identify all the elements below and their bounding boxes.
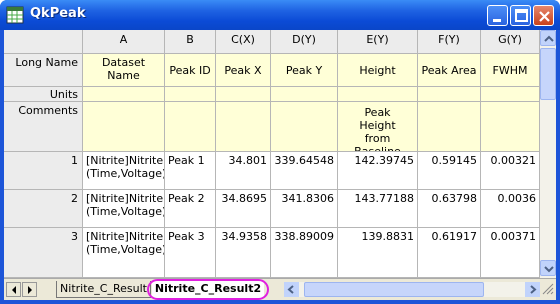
arrow-right-icon[interactable]	[525, 282, 540, 297]
maximize-button[interactable]	[510, 5, 531, 26]
units-b[interactable]	[165, 87, 216, 102]
cell-b1[interactable]: Peak 1	[165, 152, 216, 190]
units-g[interactable]	[481, 87, 540, 102]
resize-grip-icon[interactable]	[542, 283, 554, 295]
cell-f1[interactable]: 0.59145	[418, 152, 481, 190]
next-sheet-button[interactable]	[22, 282, 37, 297]
col-header-c[interactable]: C(X)	[216, 30, 271, 54]
minimize-icon	[493, 19, 501, 22]
horizontal-scrollbar[interactable]	[284, 282, 540, 297]
scroll-up-button[interactable]	[540, 30, 556, 46]
units-e[interactable]	[338, 87, 418, 102]
row-label-units[interactable]: Units	[4, 87, 83, 102]
units-c[interactable]	[216, 87, 271, 102]
comments-f[interactable]	[418, 102, 481, 152]
cell-g2[interactable]: 0.0036	[481, 190, 540, 228]
worksheet-icon	[6, 6, 24, 24]
arrow-down-icon	[544, 266, 554, 273]
vertical-scroll-thumb[interactable]	[540, 48, 556, 100]
prev-sheet-button[interactable]	[6, 282, 21, 297]
comments-g[interactable]	[481, 102, 540, 152]
worksheet-grid: A B C(X) D(Y) E(Y) F(Y) G(Y) Long Name D…	[4, 30, 540, 278]
arrow-right-icon	[28, 286, 32, 294]
cell-a3[interactable]: [Nitrite]Nitrite!(Time,Voltage)	[83, 228, 165, 278]
long-name-d[interactable]: Peak Y	[271, 54, 338, 87]
arrow-left-icon[interactable]	[284, 282, 299, 297]
comments-d[interactable]	[271, 102, 338, 152]
arrow-left-icon	[12, 286, 16, 294]
cell-c3[interactable]: 34.9358	[216, 228, 271, 278]
corner-cell[interactable]	[4, 30, 83, 54]
cell-b3[interactable]: Peak 3	[165, 228, 216, 278]
maximize-icon	[515, 9, 528, 22]
cell-e2[interactable]: 143.77188	[338, 190, 418, 228]
col-header-d[interactable]: D(Y)	[271, 30, 338, 54]
close-icon	[539, 11, 550, 22]
cell-e1[interactable]: 142.39745	[338, 152, 418, 190]
arrow-up-icon	[544, 35, 554, 42]
close-button[interactable]	[533, 5, 554, 26]
col-header-b[interactable]: B	[165, 30, 216, 54]
cell-g3[interactable]: 0.00371	[481, 228, 540, 278]
workbook-window: QkPeak A B C(X) D(Y) E(Y) F(Y) G(Y) Long…	[0, 0, 560, 304]
cell-e3[interactable]: 139.8831	[338, 228, 418, 278]
cell-f2[interactable]: 0.63798	[418, 190, 481, 228]
units-a[interactable]	[83, 87, 165, 102]
row-header-2[interactable]: 2	[4, 190, 83, 228]
row-header-3[interactable]: 3	[4, 228, 83, 278]
cell-d3[interactable]: 338.89009	[271, 228, 338, 278]
minimize-button[interactable]	[487, 5, 508, 26]
col-header-f[interactable]: F(Y)	[418, 30, 481, 54]
vertical-scrollbar[interactable]	[540, 30, 556, 278]
units-d[interactable]	[271, 87, 338, 102]
cell-g1[interactable]: 0.00321	[481, 152, 540, 190]
comments-e[interactable]: Peak Height from Baseline	[338, 102, 418, 152]
units-f[interactable]	[418, 87, 481, 102]
sheet-tab-nitrite-c-result[interactable]: Nitrite_C_Result	[56, 281, 151, 298]
cell-d1[interactable]: 339.64548	[271, 152, 338, 190]
comments-a[interactable]	[83, 102, 165, 152]
col-header-e[interactable]: E(Y)	[338, 30, 418, 54]
long-name-c[interactable]: Peak X	[216, 54, 271, 87]
comments-c[interactable]	[216, 102, 271, 152]
window-title: QkPeak	[30, 6, 86, 21]
cell-f3[interactable]: 0.61917	[418, 228, 481, 278]
title-bar[interactable]: QkPeak	[0, 0, 560, 30]
cell-c2[interactable]: 34.8695	[216, 190, 271, 228]
long-name-g[interactable]: FWHM	[481, 54, 540, 87]
row-label-long-name[interactable]: Long Name	[4, 54, 83, 87]
worksheet-area: A B C(X) D(Y) E(Y) F(Y) G(Y) Long Name D…	[4, 30, 556, 300]
long-name-f[interactable]: Peak Area	[418, 54, 481, 87]
scroll-down-button[interactable]	[540, 260, 556, 276]
col-header-a[interactable]: A	[83, 30, 165, 54]
sheet-tab-strip: Nitrite_C_Result Nitrite_C_Result2	[4, 278, 556, 300]
long-name-b[interactable]: Peak ID	[165, 54, 216, 87]
row-header-1[interactable]: 1	[4, 152, 83, 190]
long-name-e[interactable]: Height	[338, 54, 418, 87]
comments-b[interactable]	[165, 102, 216, 152]
long-name-a[interactable]: Dataset Name	[83, 54, 165, 87]
cell-a1[interactable]: [Nitrite]Nitrite!(Time,Voltage)	[83, 152, 165, 190]
horizontal-scroll-thumb[interactable]	[304, 282, 484, 297]
cell-b2[interactable]: Peak 2	[165, 190, 216, 228]
highlight-ring	[147, 279, 269, 300]
cell-c1[interactable]: 34.801	[216, 152, 271, 190]
col-header-g[interactable]: G(Y)	[481, 30, 540, 54]
cell-a2[interactable]: [Nitrite]Nitrite!(Time,Voltage)	[83, 190, 165, 228]
cell-d2[interactable]: 341.8306	[271, 190, 338, 228]
row-label-comments[interactable]: Comments	[4, 102, 83, 152]
